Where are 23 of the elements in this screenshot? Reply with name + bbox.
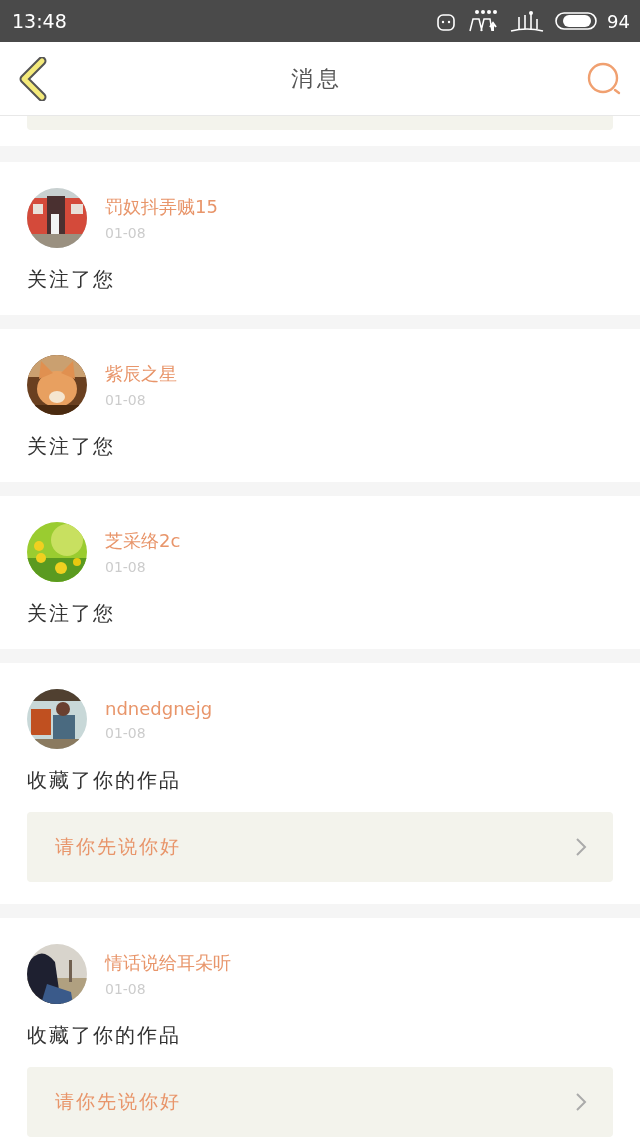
battery-icon (555, 11, 598, 31)
work-link[interactable]: 请你先说你好 (27, 812, 613, 882)
cartoon-icon (467, 9, 500, 33)
chevron-icon (575, 837, 587, 857)
username[interactable]: 紫辰之星 (105, 362, 177, 386)
username[interactable]: ndnedgnejg (105, 697, 213, 719)
work-title: 请你先说你好 (55, 1089, 181, 1114)
work-title: 请你先说你好 (55, 834, 181, 859)
back-icon[interactable] (18, 56, 48, 101)
work-link[interactable]: 请你先说你好 (27, 1067, 613, 1137)
username[interactable]: 芝采络2c (105, 529, 181, 553)
battery-level: 94 (607, 10, 630, 32)
message-text: 收藏了你的作品 (27, 767, 182, 794)
cartoon-icon (509, 9, 546, 33)
chevron-icon (575, 1092, 587, 1112)
message-text: 收藏了你的作品 (27, 1022, 182, 1049)
page-title: 消息 (291, 64, 343, 93)
message-text: 关注了您 (27, 266, 116, 293)
clock-time: 13:48 (12, 10, 67, 32)
message-text: 关注了您 (27, 600, 116, 627)
username[interactable]: 情话说给耳朵听 (105, 951, 231, 975)
message-text: 关注了您 (27, 433, 116, 460)
username[interactable]: 罚奴抖弄贼15 (105, 195, 218, 219)
